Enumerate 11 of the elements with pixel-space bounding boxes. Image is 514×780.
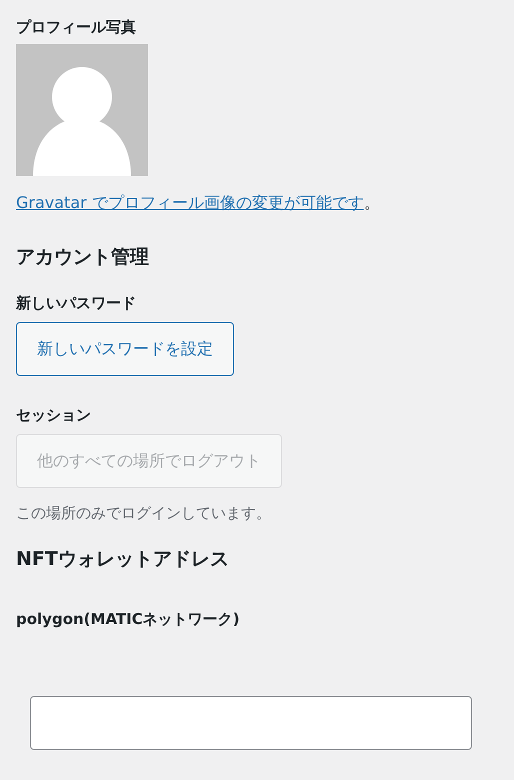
- session-description: この場所のみでログインしています。: [16, 503, 272, 524]
- wallet-address-field[interactable]: [30, 696, 472, 750]
- field-label: セッション: [16, 405, 92, 426]
- field-label: polygon(MATICネットワーク): [16, 609, 241, 630]
- gravatar-note: Gravatar でプロフィール画像の変更が可能です。: [16, 192, 381, 214]
- field-label: 新しいパスワード: [16, 293, 137, 314]
- gravatar-link[interactable]: Gravatar でプロフィール画像の変更が可能です: [16, 193, 364, 212]
- set-password-button[interactable]: 新しいパスワードを設定: [16, 322, 234, 376]
- section-heading: アカウント管理: [16, 245, 150, 270]
- section-label: プロフィール写真: [16, 17, 137, 38]
- section-heading: NFTウォレットアドレス: [16, 547, 230, 572]
